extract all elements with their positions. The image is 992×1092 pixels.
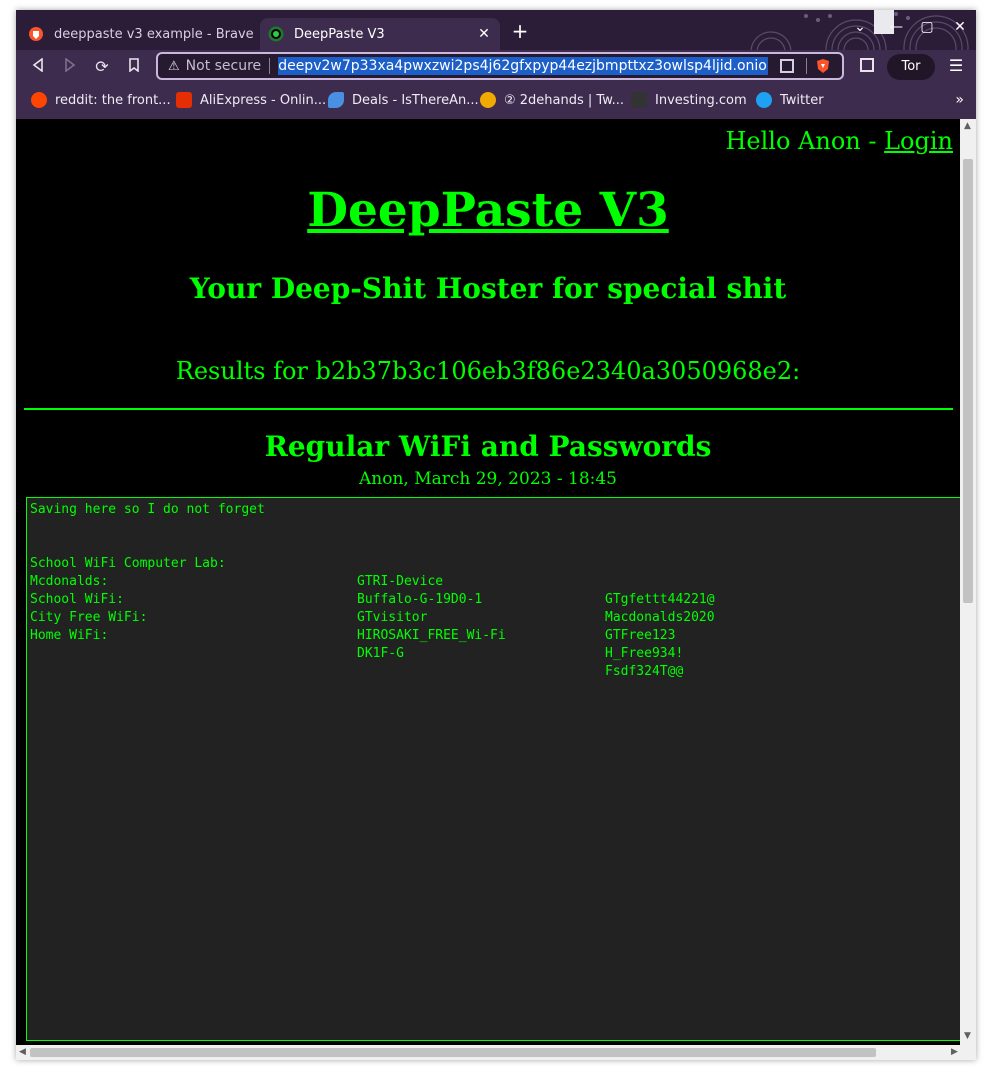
scrollbar-thumb[interactable]	[30, 1048, 876, 1057]
bookmark-isthereanydeal[interactable]: Deals - IsThereAn...	[328, 92, 479, 108]
hamburger-menu-icon[interactable]: ☰	[946, 56, 966, 75]
navigation-toolbar: ⟳ ⚠ Not secure deepv2w7p33xa4pwxzwi2ps4j…	[16, 50, 976, 84]
aliexpress-icon	[176, 92, 192, 108]
security-label[interactable]: Not secure	[186, 58, 262, 74]
ssid-cell: DK1F-G	[357, 646, 404, 661]
scroll-up-icon[interactable]: ▲	[964, 121, 971, 131]
paste-meta: Anon, March 29, 2023 - 18:45	[358, 469, 617, 489]
page-content: Hello Anon - Login DeepPaste V3 Your Dee…	[16, 119, 960, 1045]
paste-intro: Saving here so I do not forget	[30, 502, 265, 517]
warning-icon[interactable]: ⚠	[168, 59, 180, 74]
maximize-icon[interactable]: ▢	[915, 16, 939, 38]
brave-shields-icon[interactable]	[815, 58, 831, 74]
tab-title: DeepPaste V3	[294, 26, 385, 42]
bookmark-reddit[interactable]: reddit: the front...	[31, 92, 171, 108]
bookmarks-bar: reddit: the front... AliExpress - Onlin.…	[16, 84, 976, 120]
bookmark-label: Deals - IsThereAn...	[352, 92, 479, 108]
investing-icon	[631, 92, 647, 108]
bookmark-twitter[interactable]: Twitter	[756, 92, 824, 108]
bookmark-label: ② 2dehands | Tw...	[504, 92, 625, 108]
url-text[interactable]: deepv2w7p33xa4pwxzwi2ps4j62gfxpyp44ezjbm…	[278, 57, 769, 75]
paste-row: City Free WiFi: HIROSAKI_FREE_Wi-Fi H_Fr…	[30, 591, 958, 661]
bookmark-label: Investing.com	[655, 92, 747, 108]
scroll-down-icon[interactable]: ▼	[964, 1031, 971, 1041]
tab-search-chevron-icon[interactable]: ⌄	[848, 16, 872, 38]
bookmark-2dehands[interactable]: ② 2dehands | Tw...	[480, 92, 624, 108]
tor-button[interactable]: Tor	[887, 54, 935, 80]
vertical-scrollbar[interactable]: ▲ ▼	[960, 119, 976, 1045]
address-bar[interactable]: ⚠ Not secure deepv2w7p33xa4pwxzwi2ps4j62…	[156, 52, 844, 80]
decorative-tab-background	[750, 10, 969, 50]
bookmark-investing[interactable]: Investing.com	[631, 92, 747, 108]
scrollbar-thumb[interactable]	[963, 159, 973, 603]
forward-icon[interactable]	[59, 56, 81, 78]
paste-content[interactable]: Saving here so I do not forget School Wi…	[26, 497, 960, 1041]
scroll-right-icon[interactable]: ▶	[951, 1047, 958, 1057]
tab-strip: deeppaste v3 example - Brave Sea DeepPas…	[16, 10, 976, 50]
tab-search[interactable]: deeppaste v3 example - Brave Sea	[20, 18, 258, 50]
sidebar-icon[interactable]	[860, 58, 874, 72]
browser-window: deeppaste v3 example - Brave Sea DeepPas…	[16, 10, 976, 1060]
minimize-icon[interactable]: —	[884, 16, 908, 38]
greeting: Hello Anon - Login	[725, 127, 953, 155]
qr-code-icon[interactable]	[780, 59, 795, 73]
close-tab-icon[interactable]: ✕	[474, 26, 494, 42]
horizontal-scrollbar[interactable]: ◀ ▶	[16, 1045, 976, 1060]
more-bookmarks-icon[interactable]: »	[955, 92, 964, 108]
password-cell: GTFree123	[605, 628, 676, 643]
paste-row: Mcdonalds: Buffalo-G-19D0-1 Macdonalds20…	[30, 555, 958, 625]
divider	[24, 408, 953, 410]
new-tab-icon[interactable]: +	[510, 21, 530, 41]
login-link[interactable]: Login	[884, 127, 953, 155]
isthereanydeal-icon	[328, 92, 344, 108]
2dehands-icon	[480, 92, 496, 108]
password-cell: H_Free934!	[605, 646, 684, 661]
twitter-icon	[756, 92, 772, 108]
reddit-icon	[31, 92, 47, 108]
bookmark-icon[interactable]	[123, 56, 145, 78]
tab-title: deeppaste v3 example - Brave Sea	[54, 26, 258, 42]
results-heading: Results for b2b37b3c106eb3f86e2340a30509…	[175, 357, 801, 385]
back-icon[interactable]	[27, 56, 49, 78]
password-cell: Fsdf324T@@	[605, 664, 684, 679]
window-close-icon[interactable]: ✕	[948, 16, 972, 38]
divider	[806, 58, 808, 74]
greeting-text: Hello Anon -	[725, 127, 885, 155]
deeppaste-favicon-icon	[268, 26, 284, 42]
brave-search-icon	[29, 27, 43, 41]
bookmark-label: Twitter	[780, 92, 824, 108]
ssid-cell: HIROSAKI_FREE_Wi-Fi	[357, 628, 506, 643]
bookmark-label: AliExpress - Onlin...	[200, 92, 327, 108]
site-title[interactable]: DeepPaste V3	[16, 183, 960, 238]
paste-row: Home WiFi: DK1F-G Fsdf324T@@	[30, 609, 958, 679]
scroll-left-icon[interactable]: ◀	[19, 1047, 26, 1057]
divider	[269, 58, 271, 74]
bookmark-aliexpress[interactable]: AliExpress - Onlin...	[176, 92, 326, 108]
site-tagline: Your Deep-Shit Hoster for special shit	[189, 272, 787, 305]
paste-row: School WiFi Computer Lab: GTRI-Device GT…	[30, 537, 958, 607]
bookmark-label: reddit: the front...	[55, 92, 171, 108]
location-cell: Home WiFi:	[30, 628, 109, 643]
reload-icon[interactable]: ⟳	[91, 56, 113, 78]
paste-row: School WiFi: GTvisitor GTFree123	[30, 573, 958, 643]
paste-title: Regular WiFi and Passwords	[264, 430, 712, 463]
tab-deeppaste[interactable]: DeepPaste V3 ✕	[260, 18, 500, 50]
